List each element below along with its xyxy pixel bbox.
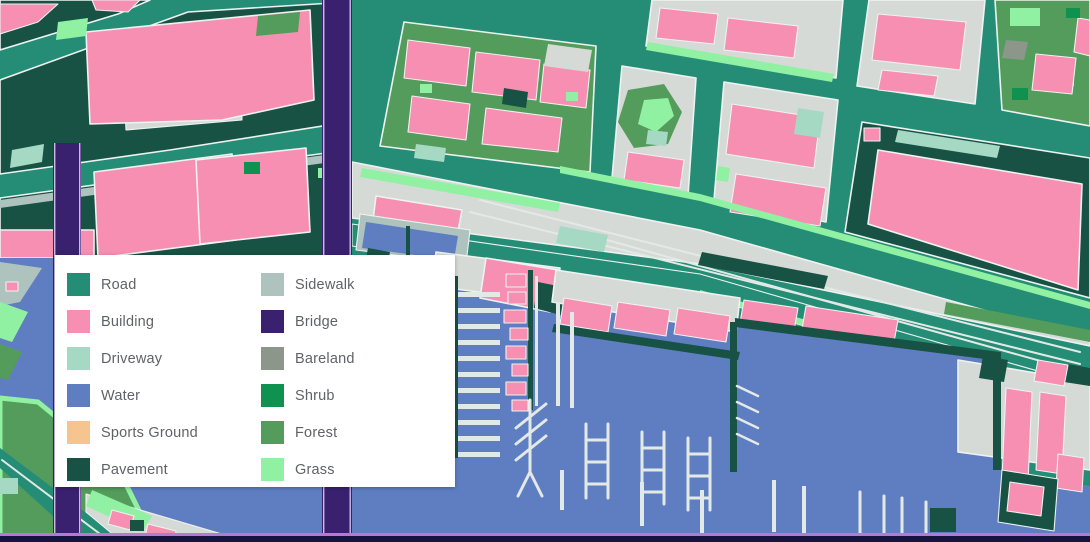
legend-item-grass: Grass (261, 451, 455, 488)
legend-item-bareland: Bareland (261, 340, 455, 377)
legend-label-pavement: Pavement (101, 461, 168, 478)
bottom-bar (0, 533, 1090, 542)
legend-label-bareland: Bareland (295, 350, 355, 367)
legend-label-sports-ground: Sports Ground (101, 424, 198, 441)
legend-item-sports-ground: Sports Ground (67, 414, 261, 451)
legend-label-bridge: Bridge (295, 313, 339, 330)
shrub-swatch (261, 384, 284, 407)
pavement-swatch (67, 458, 90, 481)
legend-item-bridge: Bridge (261, 303, 455, 340)
legend-item-water: Water (67, 377, 261, 414)
driveway-swatch (67, 347, 90, 370)
sidewalk-swatch (261, 273, 284, 296)
legend-item-pavement: Pavement (67, 451, 261, 488)
legend-label-forest: Forest (295, 424, 338, 441)
legend-label-sidewalk: Sidewalk (295, 276, 355, 293)
legend-label-grass: Grass (295, 461, 335, 478)
legend-item-road: Road (67, 266, 261, 303)
legend-item-sidewalk: Sidewalk (261, 266, 455, 303)
forest-swatch (261, 421, 284, 444)
legend-label-road: Road (101, 276, 137, 293)
map-viewer: Road Building Driveway Water Sports Grou… (0, 0, 1090, 542)
legend-label-building: Building (101, 313, 155, 330)
legend-label-water: Water (101, 387, 141, 404)
legend-item-building: Building (67, 303, 261, 340)
building-swatch (67, 310, 90, 333)
legend-item-driveway: Driveway (67, 340, 261, 377)
road-swatch (67, 273, 90, 296)
legend-label-shrub: Shrub (295, 387, 335, 404)
legend-item-forest: Forest (261, 414, 455, 451)
bareland-swatch (261, 347, 284, 370)
sports-ground-swatch (67, 421, 90, 444)
legend-card: Road Building Driveway Water Sports Grou… (55, 255, 455, 487)
legend-item-shrub: Shrub (261, 377, 455, 414)
bridge-swatch (261, 310, 284, 333)
legend-label-driveway: Driveway (101, 350, 163, 367)
water-swatch (67, 384, 90, 407)
grass-swatch (261, 458, 284, 481)
